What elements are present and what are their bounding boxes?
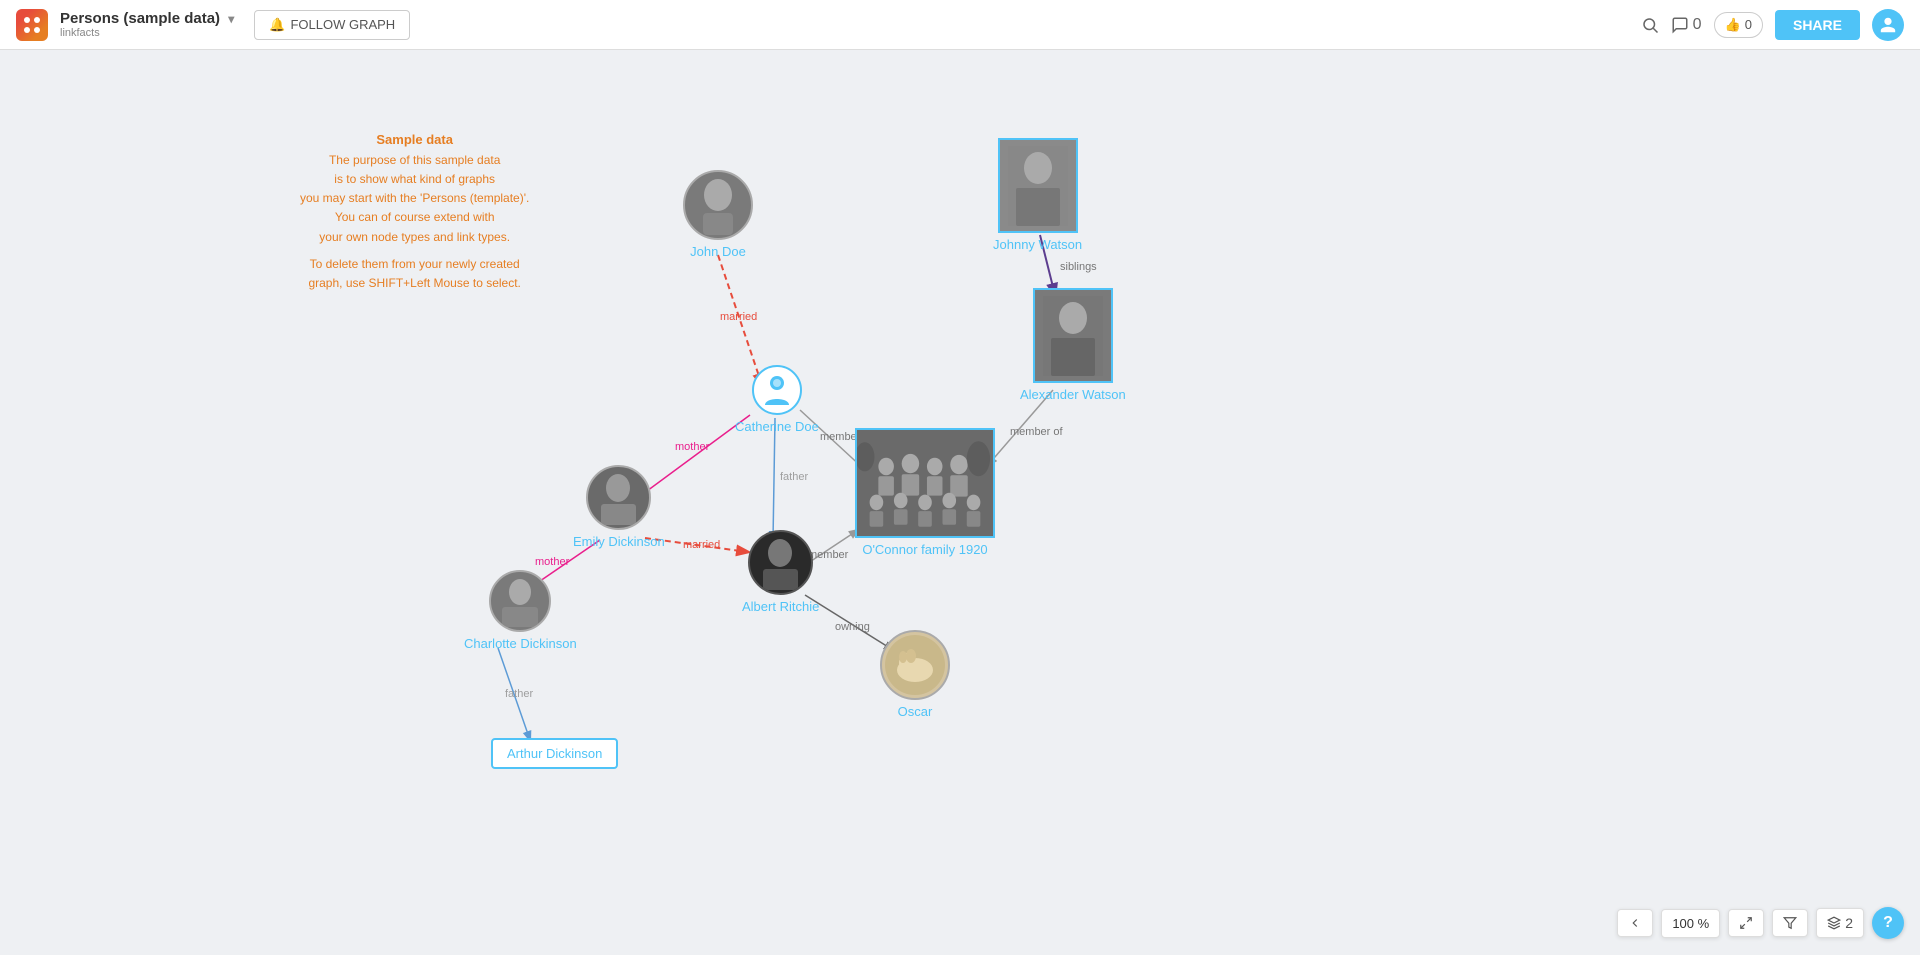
albert-ritchie-label: Albert Ritchie [742, 599, 819, 614]
node-john-doe[interactable]: John Doe [683, 170, 753, 259]
member-edge-label-2: member of [1010, 426, 1064, 438]
search-button[interactable] [1641, 16, 1659, 34]
graph-title-text: Persons (sample data) [60, 10, 220, 27]
nav-actions: 0 👍 0 SHARE [1641, 9, 1904, 41]
node-alexander-watson[interactable]: Alexander Watson [1020, 288, 1126, 402]
node-catherine-doe[interactable]: Catherine Doe [735, 365, 819, 434]
comments-count: 0 [1693, 16, 1702, 34]
mother-edge-label-2: mother [535, 556, 570, 568]
bottom-toolbar: 100 % 2 ? [1617, 907, 1904, 939]
sample-note-line4: You can of course extend with [300, 208, 529, 227]
node-johnny-watson[interactable]: Johnny Watson [993, 138, 1082, 252]
sample-note-line2: is to show what kind of graphs [300, 170, 529, 189]
sample-note-line7: To delete them from your newly created [300, 255, 529, 274]
john-doe-label: John Doe [690, 244, 746, 259]
graph-canvas[interactable]: married mother mother married father fat… [0, 50, 1920, 955]
share-button[interactable]: SHARE [1775, 10, 1860, 40]
bell-icon: 🔔 [269, 17, 285, 33]
user-avatar[interactable] [1872, 9, 1904, 41]
title-area: Persons (sample data) ▾ linkfacts [60, 10, 234, 39]
sample-note-line8: graph, use SHIFT+Left Mouse to select. [300, 274, 529, 293]
navbar: Persons (sample data) ▾ linkfacts 🔔 FOLL… [0, 0, 1920, 50]
mother-edge-label-1: mother [675, 441, 710, 453]
node-charlotte-dickinson[interactable]: Charlotte Dickinson [464, 570, 577, 651]
node-albert-ritchie[interactable]: Albert Ritchie [742, 530, 819, 614]
owning-edge-label: owning [835, 621, 870, 633]
married-edge-label-1: married [720, 311, 757, 323]
node-emily-dickinson[interactable]: Emily Dickinson [573, 465, 665, 549]
graph-subtitle: linkfacts [60, 27, 234, 39]
oscar-label: Oscar [898, 704, 933, 719]
married-edge-label-2: married [683, 539, 720, 551]
thumb-icon: 👍 [1725, 17, 1741, 33]
charlotte-dickinson-label: Charlotte Dickinson [464, 636, 577, 651]
sample-note-line5: your own node types and link types. [300, 228, 529, 247]
arthur-dickinson-box[interactable]: Arthur Dickinson [491, 738, 618, 769]
alexander-watson-label: Alexander Watson [1020, 387, 1126, 402]
help-button[interactable]: ? [1872, 907, 1904, 939]
likes-count: 0 [1745, 17, 1752, 32]
johnny-watson-label: Johnny Watson [993, 237, 1082, 252]
sample-note-line3: you may start with the 'Persons (templat… [300, 189, 529, 208]
graph-title[interactable]: Persons (sample data) ▾ [60, 10, 234, 27]
layers-button[interactable]: 2 [1816, 908, 1864, 938]
node-oscar[interactable]: Oscar [880, 630, 950, 719]
arthur-dickinson-label: Arthur Dickinson [507, 746, 602, 761]
like-button[interactable]: 👍 0 [1714, 12, 1763, 38]
comments-button[interactable]: 0 [1671, 16, 1702, 34]
dropdown-chevron: ▾ [228, 12, 234, 26]
father-edge-label-1: father [780, 471, 808, 483]
sample-note-title: Sample data [300, 130, 529, 151]
siblings-edge-label: siblings [1060, 261, 1097, 273]
node-oconnor-family[interactable]: O'Connor family 1920 [855, 428, 995, 557]
catherine-doe-label: Catherine Doe [735, 419, 819, 434]
layers-count: 2 [1845, 915, 1853, 931]
app-logo [16, 9, 48, 41]
fullscreen-button[interactable] [1728, 909, 1764, 937]
filter-button[interactable] [1772, 909, 1808, 937]
emily-dickinson-label: Emily Dickinson [573, 534, 665, 549]
follow-label: FOLLOW GRAPH [290, 17, 395, 32]
zoom-level: 100 % [1661, 909, 1720, 938]
zoom-prev-button[interactable] [1617, 909, 1653, 937]
follow-graph-button[interactable]: 🔔 FOLLOW GRAPH [254, 10, 410, 40]
oconnor-family-label: O'Connor family 1920 [862, 542, 987, 557]
sample-note-line1: The purpose of this sample data [300, 151, 529, 170]
node-arthur-dickinson[interactable]: Arthur Dickinson [491, 738, 618, 769]
father-edge-label-2: father [505, 688, 533, 700]
sample-data-note: Sample data The purpose of this sample d… [300, 130, 529, 293]
